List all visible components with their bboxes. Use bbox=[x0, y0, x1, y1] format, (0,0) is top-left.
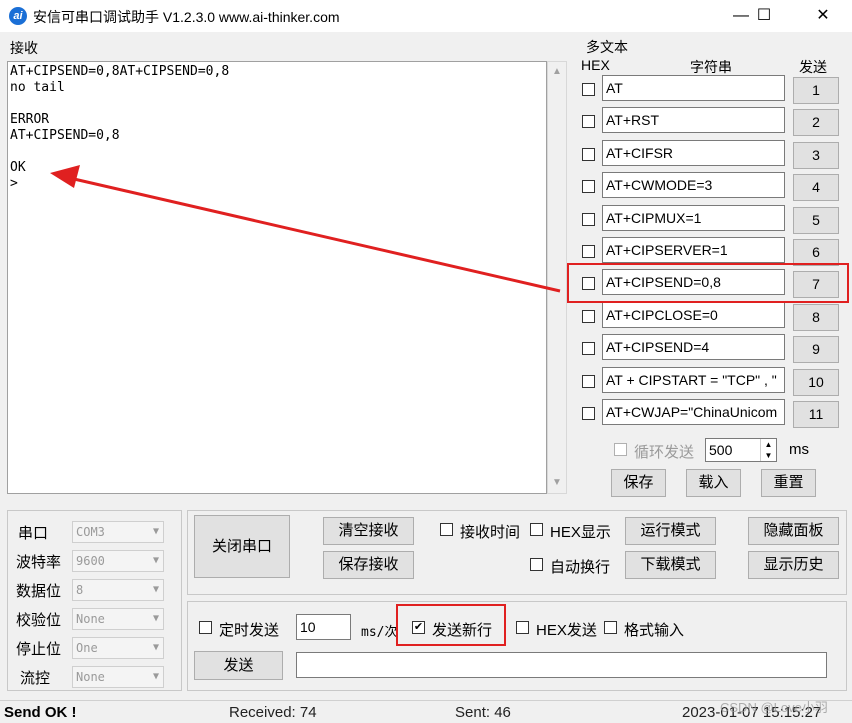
arrow-line bbox=[73, 177, 561, 293]
annotation-arrow bbox=[50, 165, 561, 293]
arrowhead-icon bbox=[50, 165, 80, 188]
app-window: ai 安信可串口调试助手 V1.2.3.0 www.ai-thinker.com… bbox=[0, 0, 852, 723]
